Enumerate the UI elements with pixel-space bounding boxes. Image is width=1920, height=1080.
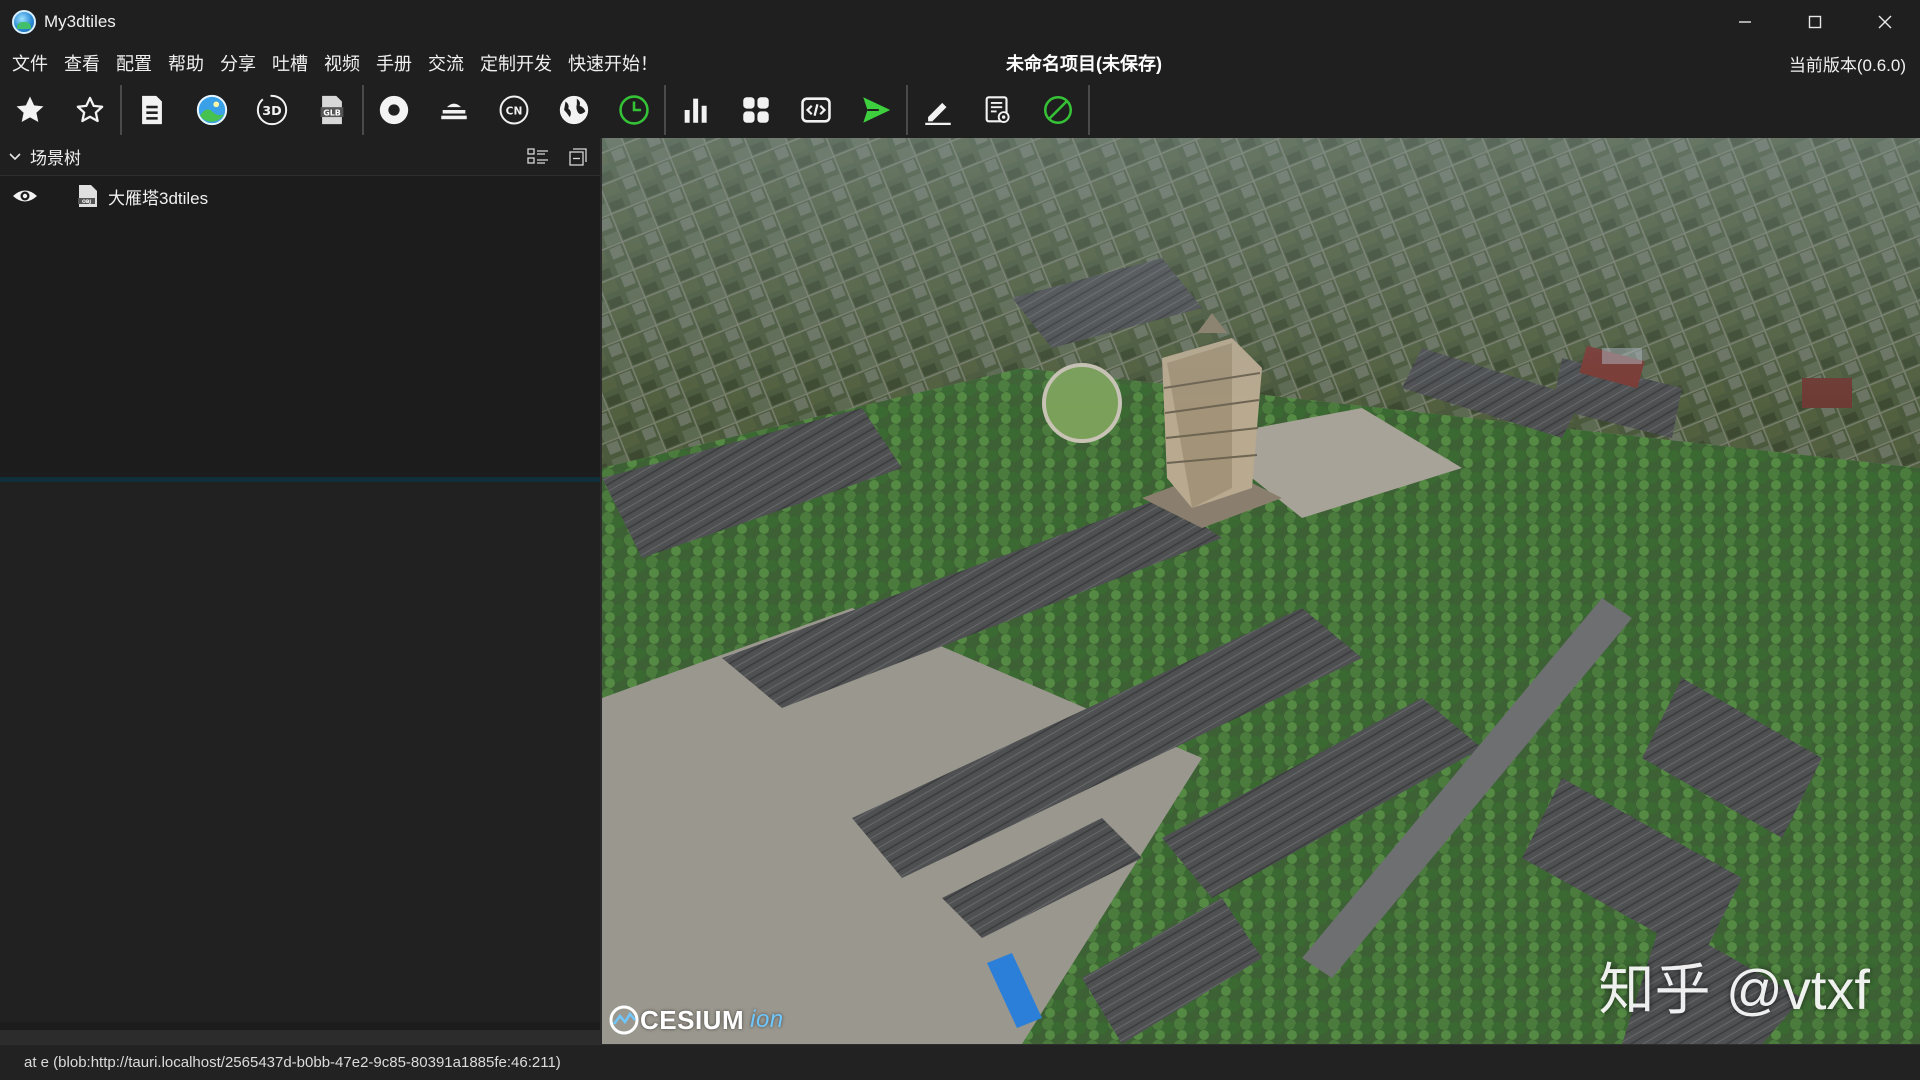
menu-bar: 文件 查看 配置 帮助 分享 吐槽 视频 手册 交流 定制开发 快速开始！ 未命… [0, 44, 1920, 82]
globe-icon [559, 95, 589, 125]
edit-button[interactable] [908, 82, 968, 138]
record-button[interactable] [364, 82, 424, 138]
tree-collapse-button[interactable] [564, 144, 592, 170]
maximize-icon [1808, 15, 1822, 29]
cn-icon: CN [499, 95, 529, 125]
cesium-viewport[interactable]: CESIUM ion 知乎 @vtxf [602, 138, 1920, 1044]
document-button[interactable] [122, 82, 182, 138]
star-outline-icon [76, 96, 104, 123]
imagery-button[interactable] [182, 82, 242, 138]
title-bar: My3dtiles [0, 0, 1920, 44]
record-icon [379, 95, 409, 125]
terrain-icon [441, 103, 467, 120]
obj-file-icon: OBJ [78, 185, 97, 207]
menu-view[interactable]: 查看 [52, 50, 100, 76]
menu-config[interactable]: 配置 [104, 50, 152, 76]
tree-item-label: 大雁塔3dtiles [108, 188, 209, 208]
menu-quick-start[interactable]: 快速开始！ [556, 50, 658, 76]
menu-custom-dev[interactable]: 定制开发 [468, 50, 552, 76]
status-bar: at e (blob:http://tauri.localhost/256543… [0, 1044, 1920, 1080]
scene-tree-actions [524, 144, 592, 170]
3d-tiles-button[interactable]: 3D [242, 82, 302, 138]
clock-icon [619, 95, 649, 125]
close-button[interactable] [1850, 0, 1920, 44]
no-entry-icon [1043, 95, 1073, 125]
landscape-icon [196, 94, 228, 126]
close-icon [1878, 15, 1892, 29]
pencil-icon [925, 102, 951, 126]
terrain-button[interactable] [424, 82, 484, 138]
tree-expand-button[interactable] [524, 144, 552, 170]
favorite-button[interactable] [0, 82, 60, 138]
cesium-ion-logo[interactable]: CESIUM ion [608, 1004, 784, 1036]
send-icon [863, 97, 891, 123]
menu-manual[interactable]: 手册 [364, 50, 412, 76]
scene-tree-header[interactable]: 场景树 [0, 138, 600, 176]
svg-text:OBJ: OBJ [82, 199, 91, 205]
watermark: 知乎 @vtxf [1598, 958, 1870, 1021]
publish-button[interactable] [846, 82, 906, 138]
glb-button[interactable]: GLB [302, 82, 362, 138]
window-controls [1710, 0, 1920, 44]
toolbar-separator [1088, 85, 1090, 135]
maximize-button[interactable] [1780, 0, 1850, 44]
cesium-ion-text: ion [750, 1006, 784, 1033]
toolbar: 3D GLB CN [0, 82, 1920, 138]
version-label: 当前版本(0.6.0) [1788, 55, 1906, 75]
settings-doc-icon [985, 96, 1010, 123]
chart-button[interactable] [666, 82, 726, 138]
cube-3d-icon: 3D [256, 94, 288, 126]
svg-text:3D: 3D [262, 104, 281, 119]
panel-scrollbar[interactable] [0, 1030, 600, 1044]
globe-button[interactable] [544, 82, 604, 138]
tree-item-dayanta[interactable]: OBJ 大雁塔3dtiles [0, 176, 600, 216]
grid-icon [743, 97, 769, 123]
star-filled-icon [16, 96, 44, 123]
menu-help[interactable]: 帮助 [156, 50, 204, 76]
svg-text:GLB: GLB [323, 108, 341, 117]
scene-tree-title: 场景树 [30, 149, 81, 168]
eye-icon[interactable] [12, 186, 38, 206]
code-icon [801, 97, 831, 123]
menu-video[interactable]: 视频 [312, 50, 360, 76]
aerial-scene [602, 138, 1920, 1044]
menu-community[interactable]: 交流 [416, 50, 464, 76]
collapse-all-icon [569, 148, 587, 166]
window-title: My3dtiles [44, 12, 116, 31]
code-button[interactable] [786, 82, 846, 138]
properties-button[interactable] [968, 82, 1028, 138]
minimize-icon [1739, 21, 1751, 23]
status-message: at e (blob:http://tauri.localhost/256543… [24, 1054, 561, 1071]
menu-feedback[interactable]: 吐槽 [260, 50, 308, 76]
minimize-button[interactable] [1710, 0, 1780, 44]
cesium-logo-icon [609, 1005, 639, 1035]
app-icon [12, 10, 36, 34]
properties-area [0, 482, 600, 1022]
chevron-down-icon[interactable] [8, 150, 22, 164]
bar-chart-icon [684, 98, 707, 123]
glb-icon: GLB [320, 95, 344, 125]
layout-button[interactable] [726, 82, 786, 138]
time-button[interactable] [604, 82, 664, 138]
document-icon [142, 95, 162, 125]
cn-button[interactable]: CN [484, 82, 544, 138]
menu-share[interactable]: 分享 [208, 50, 256, 76]
unfavorite-button[interactable] [60, 82, 120, 138]
scene-tree-panel: 场景树 OBJ 大雁塔3dtiles [0, 138, 602, 1044]
svg-text:CN: CN [506, 104, 523, 117]
menu-file[interactable]: 文件 [0, 50, 48, 76]
tree-list-icon [527, 148, 548, 164]
disable-button[interactable] [1028, 82, 1088, 138]
cesium-logo-text: CESIUM [640, 1004, 745, 1035]
